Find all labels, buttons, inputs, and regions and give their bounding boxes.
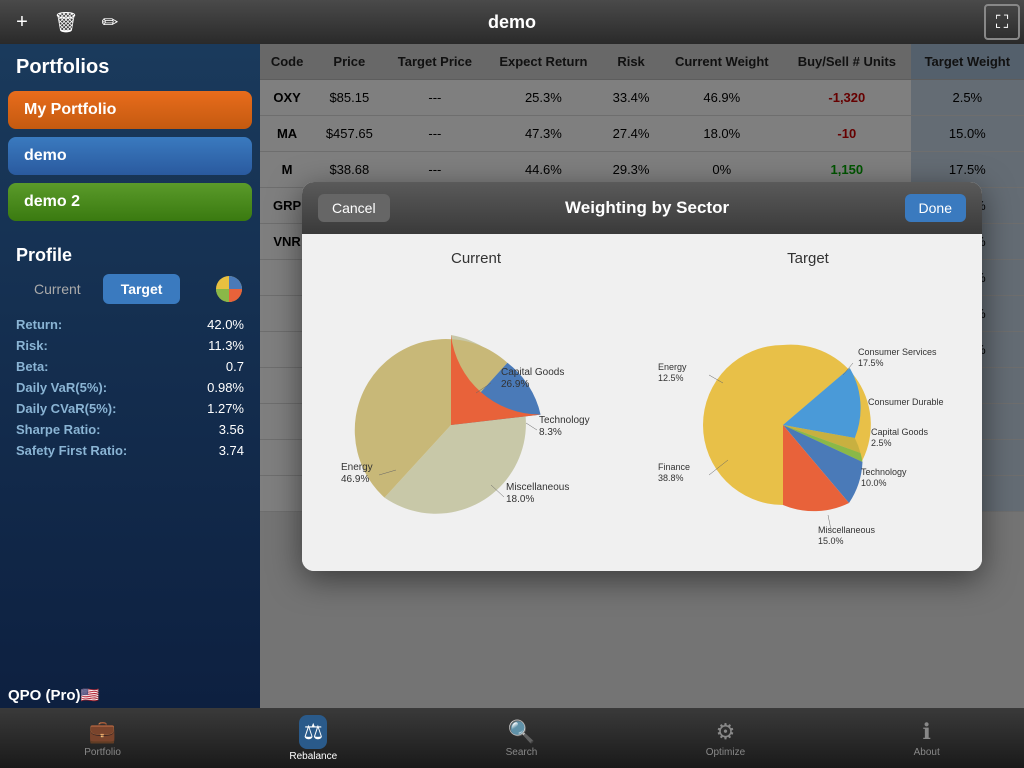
modal-title: Weighting by Sector — [390, 198, 905, 218]
tgt-label-technology: Technology — [861, 467, 907, 477]
modal-overlay: Cancel Weighting by Sector Done Current — [260, 44, 1024, 708]
label-energy: Energy — [341, 462, 373, 473]
tgt-label-miscellaneous: Miscellaneous — [818, 525, 876, 535]
modal-cancel-button[interactable]: Cancel — [318, 194, 390, 222]
svg-text:2.5%: 2.5% — [871, 438, 892, 448]
stat-var: Daily VaR(5%): 0.98% — [16, 377, 244, 398]
tgt-label-energy: Energy — [658, 362, 687, 372]
profile-stats: Return: 42.0% Risk: 11.3% Beta: 0.7 Dail… — [16, 314, 244, 461]
stat-risk: Risk: 11.3% — [16, 335, 244, 356]
label-technology: Technology — [539, 415, 590, 426]
svg-text:46.9%: 46.9% — [341, 474, 369, 485]
rebalance-icon: ⚖ — [303, 719, 323, 744]
svg-text:17.5%: 17.5% — [858, 358, 884, 368]
portfolio-item-my-portfolio[interactable]: My Portfolio — [8, 91, 252, 129]
portfolio-item-demo2[interactable]: demo 2 — [8, 183, 252, 221]
profile-pie-icon — [214, 274, 244, 304]
bottom-bar: 💼 Portfolio ⚖ Rebalance 🔍 Search ⚙ Optim… — [0, 708, 1024, 768]
tab-about[interactable]: ℹ About — [894, 715, 960, 762]
modal-dialog: Cancel Weighting by Sector Done Current — [302, 182, 982, 571]
stat-safety: Safety First Ratio: 3.74 — [16, 440, 244, 461]
current-pie-chart: Capital Goods 26.9% Technology 8.3% Misc… — [321, 275, 631, 555]
target-chart: Target — [650, 250, 966, 555]
modal-done-button[interactable]: Done — [905, 194, 966, 222]
target-chart-label: Target — [787, 250, 829, 267]
portfolios-header: Portfolios — [0, 44, 260, 87]
svg-text:26.9%: 26.9% — [501, 379, 529, 390]
tab-optimize[interactable]: ⚙ Optimize — [686, 715, 765, 762]
portfolio-item-demo[interactable]: demo — [8, 137, 252, 175]
target-slice-finance-2 — [703, 345, 783, 505]
tgt-label-finance: Finance — [658, 462, 690, 472]
app-name: QPO (Pro)🇺🇸 — [0, 682, 107, 708]
tgt-label-consumer-durables: Consumer Durable — [868, 397, 944, 407]
stat-cvar: Daily CVaR(5%): 1.27% — [16, 398, 244, 419]
optimize-icon: ⚙ — [716, 719, 736, 745]
current-chart-label: Current — [451, 250, 501, 267]
delete-icon[interactable]: 🗑 — [44, 0, 88, 44]
about-icon: ℹ — [923, 719, 931, 745]
add-icon[interactable]: + — [0, 0, 44, 44]
profile-section: Profile Current Target Return: 42.0% Ris… — [0, 233, 260, 473]
top-bar: + 🗑 ✏ demo ⛶ — [0, 0, 1024, 44]
tgt-label-consumer-services: Consumer Services — [858, 347, 937, 357]
stat-sharpe: Sharpe Ratio: 3.56 — [16, 419, 244, 440]
sidebar: Portfolios My Portfolio demo demo 2 Prof… — [0, 44, 260, 708]
label-miscellaneous: Miscellaneous — [506, 482, 569, 493]
stat-return: Return: 42.0% — [16, 314, 244, 335]
top-bar-title: demo — [488, 12, 536, 33]
svg-text:38.8%: 38.8% — [658, 473, 684, 483]
tab-current[interactable]: Current — [16, 274, 99, 304]
target-pie-chart: Energy 12.5% Consumer Services 17.5% Con… — [653, 275, 963, 555]
content-area: Code Price Target Price Expect Return Ri… — [260, 44, 1024, 708]
svg-text:18.0%: 18.0% — [506, 494, 534, 505]
edit-icon[interactable]: ✏ — [88, 0, 132, 44]
search-icon: 🔍 — [508, 719, 535, 745]
tab-target[interactable]: Target — [103, 274, 181, 304]
profile-tabs: Current Target — [16, 274, 244, 304]
modal-body: Current — [302, 234, 982, 571]
svg-text:10.0%: 10.0% — [861, 478, 887, 488]
top-bar-icons: + 🗑 ✏ — [0, 0, 132, 44]
tab-search[interactable]: 🔍 Search — [486, 715, 558, 762]
tab-portfolio[interactable]: 💼 Portfolio — [64, 715, 141, 762]
tab-rebalance[interactable]: ⚖ Rebalance — [269, 711, 357, 766]
svg-text:12.5%: 12.5% — [658, 373, 684, 383]
modal-header: Cancel Weighting by Sector Done — [302, 182, 982, 234]
label-capital-goods: Capital Goods — [501, 367, 564, 378]
profile-header: Profile — [16, 245, 244, 266]
svg-text:8.3%: 8.3% — [539, 427, 562, 438]
fullscreen-icon[interactable]: ⛶ — [984, 4, 1020, 40]
current-chart: Current — [318, 250, 634, 555]
tgt-label-capital-goods: Capital Goods — [871, 427, 929, 437]
stat-beta: Beta: 0.7 — [16, 356, 244, 377]
svg-text:15.0%: 15.0% — [818, 536, 844, 546]
main-layout: Portfolios My Portfolio demo demo 2 Prof… — [0, 44, 1024, 708]
portfolio-icon: 💼 — [89, 719, 116, 745]
